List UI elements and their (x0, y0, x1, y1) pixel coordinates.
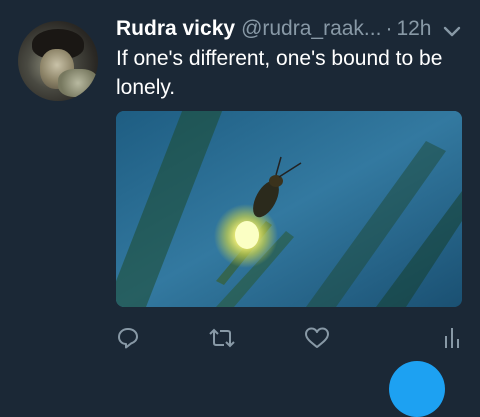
separator-dot: · (385, 17, 393, 40)
user-handle[interactable]: @rudra_raak... (241, 17, 381, 40)
compose-button[interactable] (389, 361, 445, 417)
tweet-text: If one's different, one's bound to be lo… (116, 47, 443, 99)
tweet-image[interactable] (116, 111, 462, 307)
avatar[interactable] (18, 21, 98, 101)
retweet-icon[interactable] (204, 320, 240, 356)
timestamp[interactable]: 12h (396, 17, 431, 40)
display-name[interactable]: Rudra vicky (116, 17, 235, 40)
chevron-down-icon[interactable] (441, 21, 463, 43)
tweet-actions (116, 320, 462, 356)
analytics-icon[interactable] (434, 320, 470, 356)
firefly-photo (116, 111, 462, 307)
tweet[interactable]: Rudra vicky @rudra_raak... · 12h If one's d… (0, 0, 480, 417)
tweet-header: Rudra vicky @rudra_raak... · 12h (116, 13, 432, 45)
heart-icon[interactable] (299, 320, 335, 356)
reply-icon[interactable] (110, 320, 146, 356)
avatar-hand (58, 69, 98, 97)
